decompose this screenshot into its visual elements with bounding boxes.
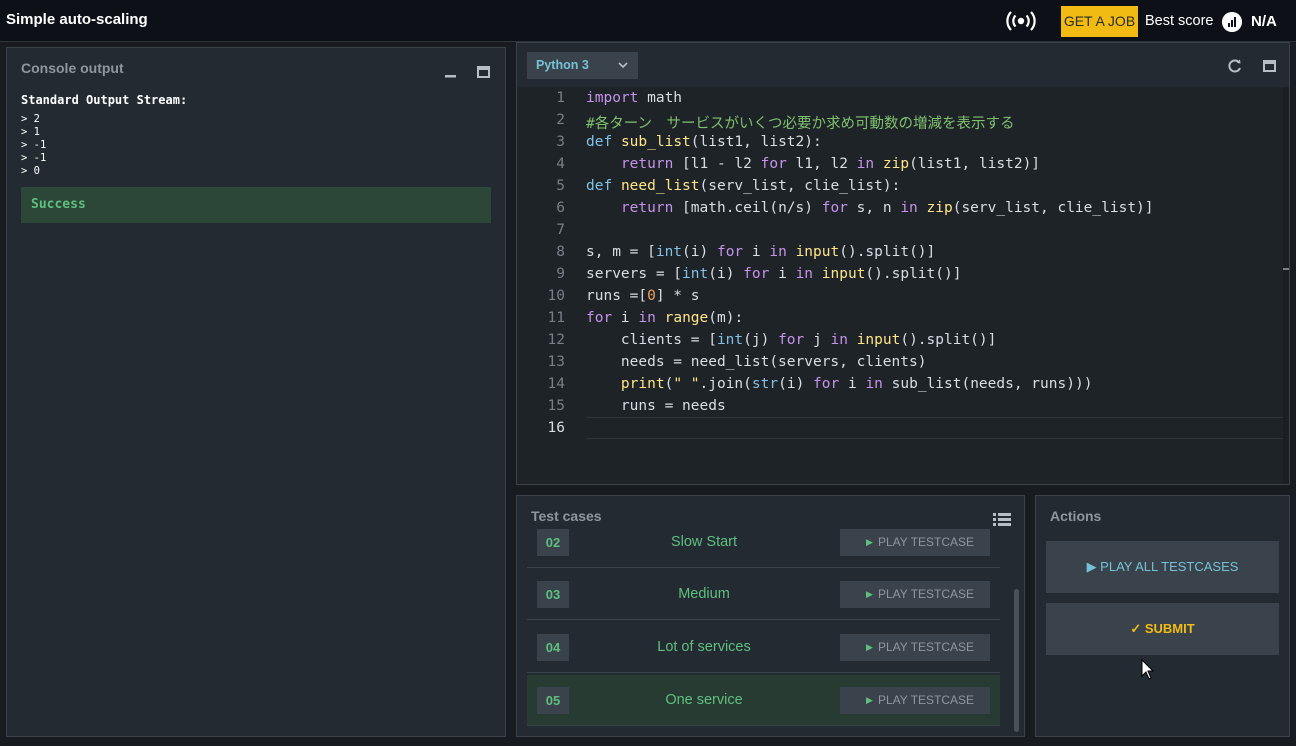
score-bars-icon xyxy=(1222,12,1242,32)
actions-title: Actions xyxy=(1050,508,1102,524)
line-number: 9 xyxy=(556,266,565,282)
console-title: Console output xyxy=(21,60,124,76)
play-testcase-button[interactable]: ▶ PLAY TESTCASE xyxy=(840,581,990,608)
stdout-line: > 2 xyxy=(21,113,40,125)
line-number: 15 xyxy=(547,398,565,414)
play-testcase-label: PLAY TESTCASE xyxy=(878,587,975,601)
test-number: 03 xyxy=(537,581,569,608)
minimize-icon[interactable] xyxy=(445,64,456,78)
play-icon: ▶ xyxy=(866,537,873,547)
language-label: Python 3 xyxy=(536,58,589,72)
language-select[interactable]: Python 3 xyxy=(527,52,638,79)
code-line: return [math.ceil(n/s) for s, n in zip(s… xyxy=(620,200,1154,216)
play-icon: ▶ xyxy=(866,695,873,705)
play-testcase-label: PLAY TESTCASE xyxy=(878,640,975,654)
top-bar: Simple auto-scaling GET A JOB Best score… xyxy=(0,0,1296,42)
line-gutter: 1 2 3 4 5 6 7 8 9 10 11 12 13 14 15 16 xyxy=(517,87,569,484)
play-icon: ▶ xyxy=(1086,559,1101,574)
code-line: s, m = [int(i) for i in input().split()] xyxy=(586,244,936,260)
editor-toolbar: Python 3 xyxy=(517,43,1289,87)
page-title: Simple auto-scaling xyxy=(6,11,148,28)
line-number: 14 xyxy=(547,376,565,392)
code-line: needs = need_list(servers, clients) xyxy=(586,354,927,370)
maximize-icon[interactable] xyxy=(477,66,490,78)
broadcast-icon[interactable] xyxy=(1005,10,1037,32)
stdout-line: > 1 xyxy=(21,126,40,138)
code-line: servers = [int(i) for i in input().split… xyxy=(586,266,962,282)
editor-scrollbar[interactable] xyxy=(1283,87,1289,484)
line-number: 11 xyxy=(547,310,565,326)
code-line: runs =[0] * s xyxy=(586,288,700,304)
line-number: 3 xyxy=(556,134,565,150)
play-testcase-label: PLAY TESTCASE xyxy=(878,535,975,549)
play-all-label: PLAY ALL TESTCASES xyxy=(1100,559,1239,574)
play-icon: ▶ xyxy=(866,589,873,599)
chevron-down-icon xyxy=(618,62,628,69)
play-testcase-button[interactable]: ▶ PLAY TESTCASE xyxy=(840,687,990,714)
line-number: 12 xyxy=(547,332,565,348)
test-list-scrollbar[interactable] xyxy=(1014,589,1019,732)
code-line: print(" ".join(str(i) for i in sub_list(… xyxy=(620,376,1093,392)
code-editor-panel: Python 3 1 2 3 4 5 6 7 8 9 10 11 12 13 1… xyxy=(516,42,1290,485)
test-row[interactable]: 04 Lot of services ▶ PLAY TESTCASE xyxy=(527,622,1000,673)
test-name: One service xyxy=(665,692,743,708)
line-number: 16 xyxy=(547,420,565,436)
check-icon: ✓ xyxy=(1130,621,1145,636)
submit-label: SUBMIT xyxy=(1144,621,1195,636)
stdout-label: Standard Output Stream: xyxy=(21,93,188,107)
test-name: Slow Start xyxy=(670,534,738,550)
line-number: 6 xyxy=(556,200,565,216)
stdout-line: > 0 xyxy=(21,165,40,177)
code-line: def sub_list(list1, list2): xyxy=(586,134,822,150)
code-line: clients = [int(j) for j in input().split… xyxy=(586,332,997,348)
play-testcase-label: PLAY TESTCASE xyxy=(878,693,975,707)
code-line: def need_list(serv_list, clie_list): xyxy=(586,178,901,194)
success-text: Success xyxy=(31,197,86,212)
line-number: 4 xyxy=(556,156,565,172)
code-line: runs = needs xyxy=(586,398,726,414)
line-number: 10 xyxy=(547,288,565,304)
test-number: 04 xyxy=(537,634,569,661)
test-row[interactable]: 02 Slow Start ▶ PLAY TESTCASE xyxy=(527,517,1000,568)
editor-maximize-icon[interactable] xyxy=(1263,60,1276,72)
play-all-testcases-button[interactable]: ▶ PLAY ALL TESTCASES xyxy=(1046,541,1279,593)
play-testcase-button[interactable]: ▶ PLAY TESTCASE xyxy=(840,529,990,556)
code-area[interactable]: 1 2 3 4 5 6 7 8 9 10 11 12 13 14 15 16 i… xyxy=(517,87,1289,484)
stdout-line: > -1 xyxy=(21,152,47,164)
test-row[interactable]: 03 Medium ▶ PLAY TESTCASE xyxy=(527,569,1000,620)
scroll-marker xyxy=(1283,268,1289,270)
play-testcase-button[interactable]: ▶ PLAY TESTCASE xyxy=(840,634,990,661)
play-icon: ▶ xyxy=(866,642,873,652)
stdout-line: > -1 xyxy=(21,139,47,151)
line-number: 1 xyxy=(556,90,565,106)
reload-icon[interactable] xyxy=(1227,58,1243,74)
current-line-highlight xyxy=(586,417,1289,439)
test-row-selected[interactable]: 05 One service ▶ PLAY TESTCASE xyxy=(527,675,1000,726)
code-line: import math xyxy=(586,90,683,106)
console-panel: Console output Standard Output Stream: >… xyxy=(6,47,506,737)
test-name: Medium xyxy=(678,586,730,602)
code-line: #各ターン サービスがいくつ必要か求め可動数の増減を表示する xyxy=(586,116,1015,132)
line-number: 13 xyxy=(547,354,565,370)
line-number: 7 xyxy=(556,222,565,238)
best-score-label: Best score xyxy=(1145,13,1214,29)
get-a-job-button[interactable]: GET A JOB xyxy=(1061,6,1138,37)
test-cases-panel: Test cases 02 Slow Start ▶ PLAY TESTCASE… xyxy=(516,495,1025,737)
mouse-cursor-icon xyxy=(1141,659,1155,680)
best-score-value: N/A xyxy=(1251,13,1277,30)
code-line: for i in range(m): xyxy=(586,310,744,326)
test-number: 05 xyxy=(537,687,569,714)
test-name: Lot of services xyxy=(657,639,751,655)
actions-panel: Actions ▶ PLAY ALL TESTCASES ✓ SUBMIT xyxy=(1035,495,1290,737)
test-number: 02 xyxy=(537,529,569,556)
code-line: return [l1 - l2 for l1, l2 in zip(list1,… xyxy=(620,156,1041,172)
submit-button[interactable]: ✓ SUBMIT xyxy=(1046,603,1279,655)
line-number: 5 xyxy=(556,178,565,194)
success-banner: Success xyxy=(21,187,491,223)
line-number: 8 xyxy=(556,244,565,260)
line-number: 2 xyxy=(556,112,565,128)
stdout-lines: > 2 > 1 > -1 > -1 > 0 xyxy=(21,113,46,178)
